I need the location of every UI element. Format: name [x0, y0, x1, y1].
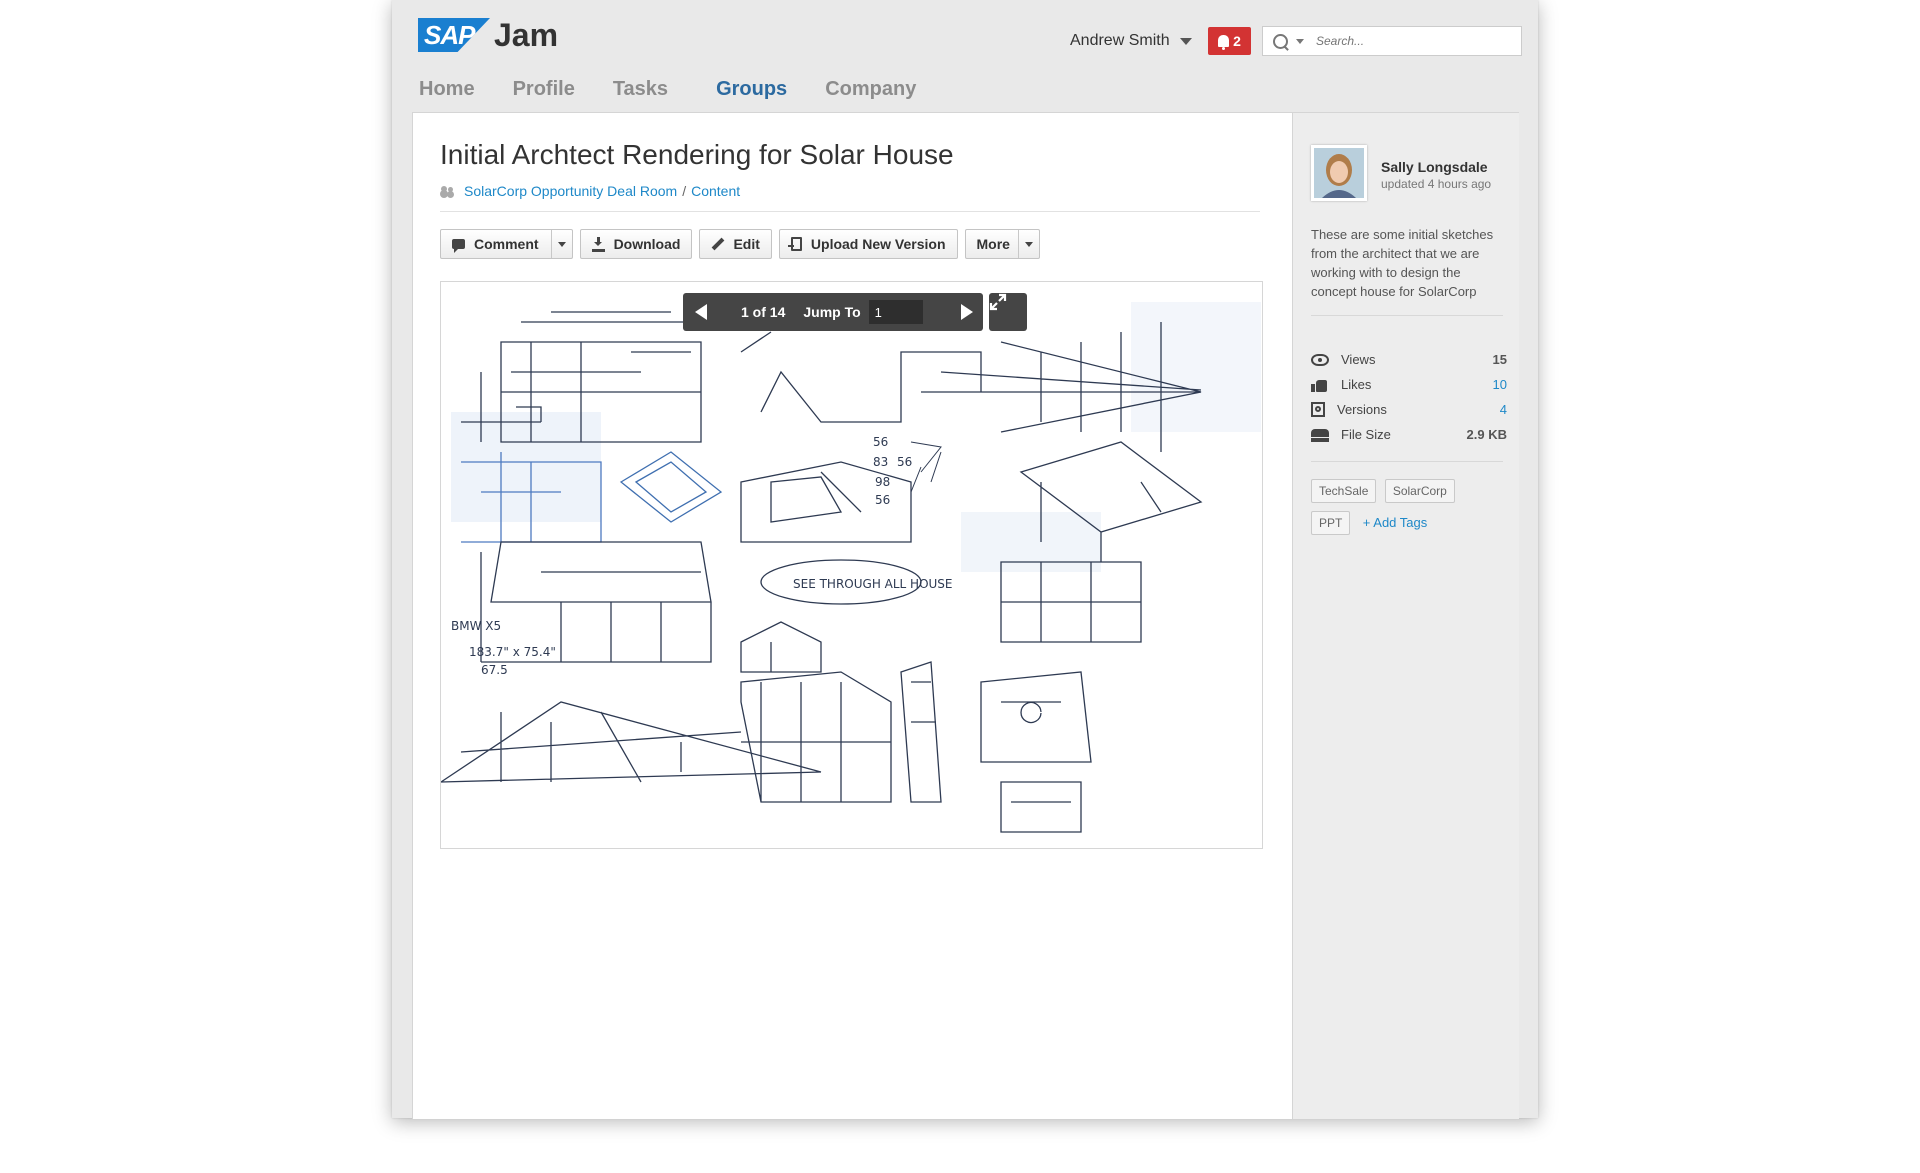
more-dropdown-chevron-icon[interactable] [1017, 230, 1039, 258]
breadcrumb-group-link[interactable]: SolarCorp Opportunity Deal Room [464, 183, 677, 199]
avatar[interactable] [1311, 145, 1367, 201]
nav-profile[interactable]: Profile [513, 78, 575, 101]
stat-label: Likes [1341, 377, 1372, 392]
tag-solarcorp[interactable]: SolarCorp [1384, 479, 1455, 503]
more-label: More [976, 236, 1010, 252]
document-toolbar: Comment Download Edit Upload New Version… [440, 229, 1047, 259]
sketch-note-num-2: 83 [873, 455, 888, 469]
stat-value: 15 [1492, 352, 1507, 367]
page-navigator: 1 of 14 Jump To [683, 293, 983, 331]
prev-arrow-icon[interactable] [695, 304, 707, 320]
upload-label: Upload New Version [810, 236, 946, 252]
versions-icon [1311, 402, 1325, 417]
jump-to-label: Jump To [803, 304, 861, 320]
details-sidebar: Sally Longsdale updated 4 hours ago Thes… [1292, 112, 1519, 1119]
sketch-note-see-through: SEE THROUGH ALL HOUSE [793, 577, 953, 591]
updated-timestamp: updated 4 hours ago [1381, 177, 1492, 191]
search-box[interactable] [1262, 26, 1522, 56]
jam-logo-text: Jam [494, 16, 559, 53]
sketch-note-num-4: 98 [875, 475, 890, 489]
more-button[interactable]: More [964, 229, 1040, 259]
sketch-note-bmw: BMW X5 [451, 619, 501, 633]
sap-logo-badge: SAP [418, 18, 490, 52]
stat-value-link[interactable]: 4 [1500, 402, 1507, 417]
author-name[interactable]: Sally Longsdale [1381, 159, 1488, 175]
next-arrow-icon[interactable] [961, 304, 973, 320]
nav-tasks[interactable]: Tasks [613, 78, 668, 101]
notification-count: 2 [1233, 33, 1241, 49]
stat-label: Versions [1337, 402, 1387, 417]
sidebar-divider [1311, 461, 1503, 462]
upload-new-version-button[interactable]: Upload New Version [778, 229, 958, 259]
app-window: SAP Jam Andrew Smith 2 Home Profile Task… [392, 0, 1538, 1119]
sap-jam-logo[interactable]: SAP Jam [418, 16, 559, 53]
search-input[interactable] [1314, 33, 1508, 49]
stat-label: File Size [1341, 427, 1391, 442]
download-icon [591, 236, 605, 252]
thumbs-up-icon [1311, 379, 1329, 392]
sketch-note-num-3: 56 [897, 455, 912, 469]
stat-versions: Versions 4 [1311, 397, 1507, 422]
sketch-note-num-1: 56 [873, 435, 888, 449]
expand-icon[interactable] [989, 293, 1027, 331]
breadcrumb: SolarCorp Opportunity Deal Room / Conten… [440, 183, 740, 199]
tag-list: TechSale SolarCorp PPT + Add Tags [1311, 479, 1511, 543]
stat-file-size: File Size 2.9 KB [1311, 422, 1507, 447]
stat-likes: Likes 10 [1311, 372, 1507, 397]
group-icon [440, 185, 456, 197]
comment-button[interactable]: Comment [440, 229, 573, 259]
title-divider [440, 211, 1260, 212]
upload-file-icon [787, 237, 802, 251]
tag-ppt[interactable]: PPT [1311, 511, 1351, 535]
page-indicator: 1 of 14 [741, 304, 786, 320]
nav-groups[interactable]: Groups [716, 78, 787, 101]
document-description: These are some initial sketches from the… [1311, 227, 1494, 299]
stat-label: Views [1341, 352, 1376, 367]
main-nav: Home Profile Tasks Groups Company [419, 78, 954, 101]
download-button[interactable]: Download [579, 229, 693, 259]
add-tags-link[interactable]: + Add Tags [1363, 515, 1427, 530]
main-content: Initial Archtect Rendering for Solar Hou… [412, 112, 1293, 1119]
edit-label: Edit [733, 236, 760, 252]
notifications-button[interactable]: 2 [1208, 27, 1251, 55]
sketch-note-num-5: 56 [875, 493, 890, 507]
sketch-note-67: 67.5 [481, 663, 508, 677]
drive-icon [1311, 428, 1329, 442]
stat-value-link[interactable]: 10 [1493, 377, 1507, 392]
pencil-icon [711, 238, 724, 250]
sidebar-divider [1311, 315, 1503, 316]
comment-icon [452, 239, 465, 253]
search-icon[interactable] [1273, 33, 1288, 49]
breadcrumb-separator: / [682, 183, 687, 199]
sketch-note-dimensions: 183.7" x 75.4" [469, 645, 556, 659]
breadcrumb-content-link[interactable]: Content [691, 183, 740, 199]
tag-techsale[interactable]: TechSale [1311, 479, 1377, 503]
page-title: Initial Archtect Rendering for Solar Hou… [440, 139, 954, 170]
document-viewer[interactable]: SEE THROUGH ALL HOUSE BMW X5 183.7" x 75… [440, 281, 1263, 849]
comment-dropdown-chevron-icon[interactable] [550, 230, 572, 258]
search-options-chevron-icon[interactable] [1296, 38, 1304, 44]
eye-icon [1311, 353, 1329, 366]
jump-to-input[interactable] [868, 300, 923, 324]
nav-home[interactable]: Home [419, 78, 475, 101]
architect-sketch-image: SEE THROUGH ALL HOUSE BMW X5 183.7" x 75… [441, 282, 1262, 848]
comment-label: Comment [474, 236, 539, 252]
bell-icon [1218, 35, 1230, 50]
user-name: Andrew Smith [1070, 32, 1170, 49]
nav-company[interactable]: Company [825, 78, 916, 101]
user-menu[interactable]: Andrew Smith [1070, 32, 1192, 50]
document-stats: Views 15 Likes 10 Versions 4 File Size 2… [1311, 347, 1507, 447]
stat-value: 2.9 KB [1466, 427, 1507, 442]
download-label: Download [613, 236, 681, 252]
edit-button[interactable]: Edit [699, 229, 772, 259]
stat-views: Views 15 [1311, 347, 1507, 372]
chevron-down-icon [1179, 37, 1192, 45]
